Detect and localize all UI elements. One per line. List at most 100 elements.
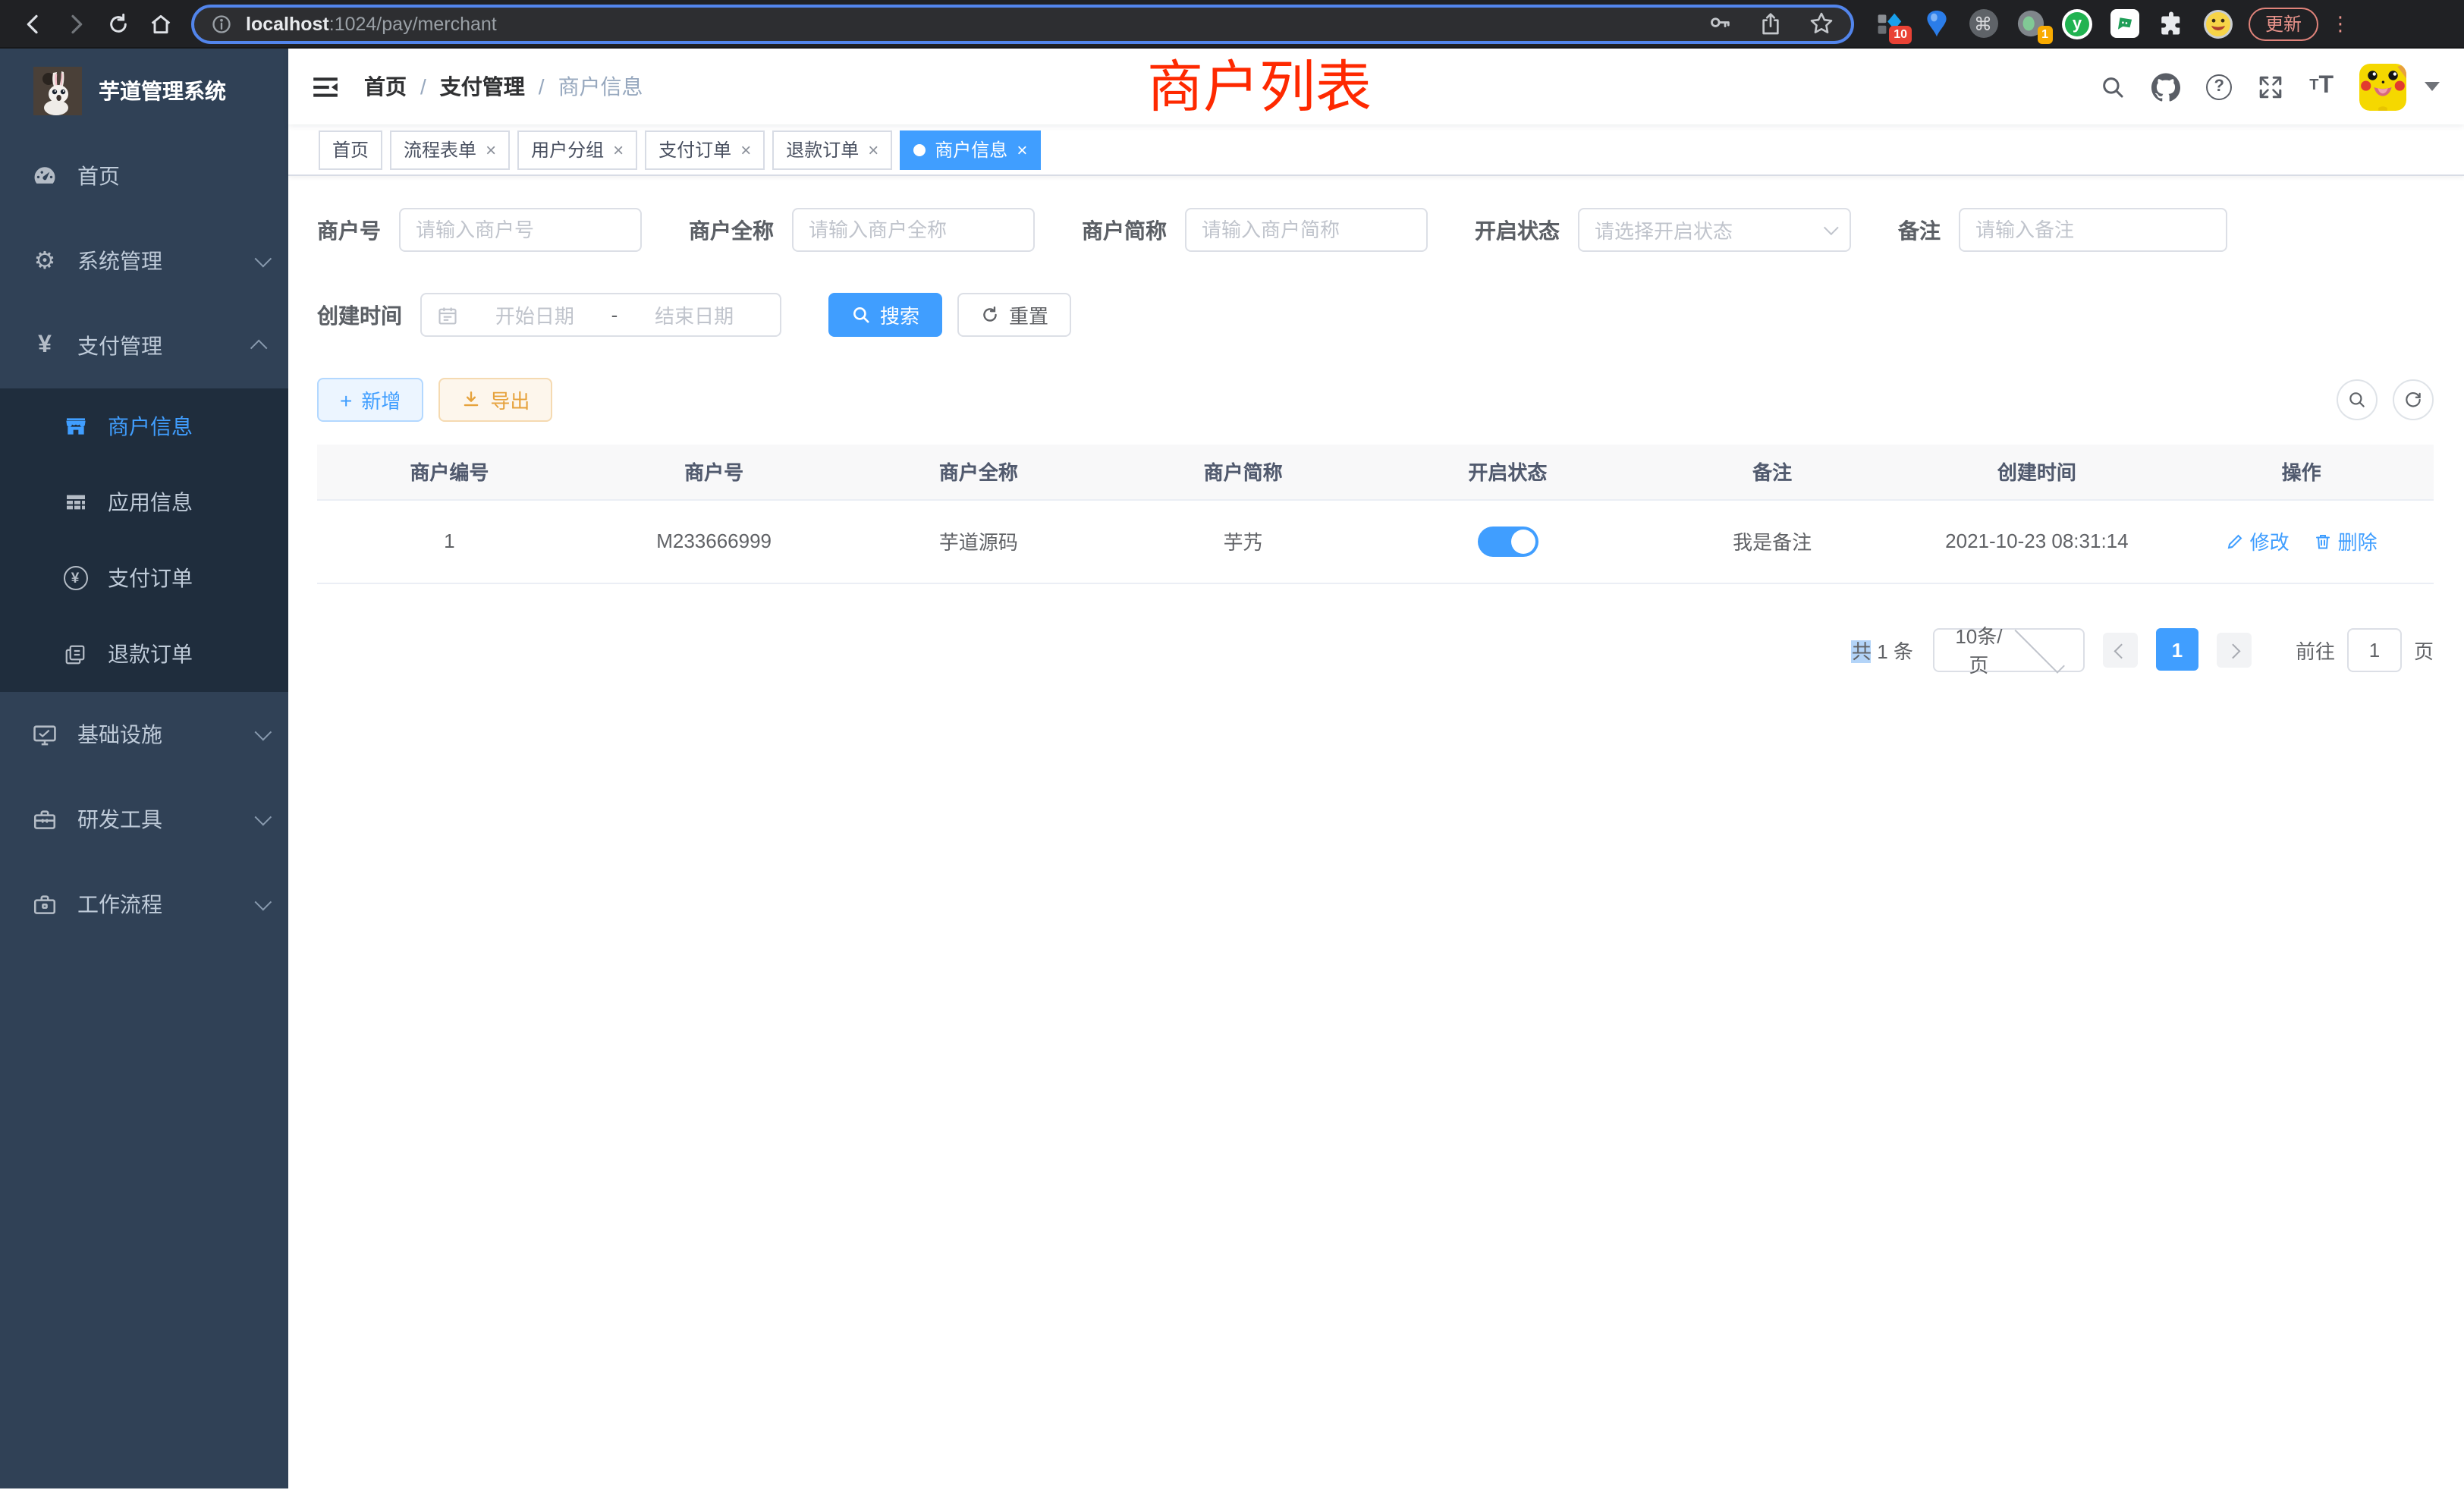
share-icon[interactable] (1758, 11, 1783, 36)
close-icon[interactable]: × (613, 140, 624, 159)
sidebar-item-merchant-info[interactable]: 商户信息 (0, 388, 288, 464)
current-page-button[interactable]: 1 (2156, 628, 2198, 671)
extension-tiles-icon[interactable]: 10 (1874, 8, 1904, 39)
github-icon[interactable] (2151, 72, 2180, 101)
page-size-select[interactable]: 10条/页 (1933, 627, 2085, 671)
cell-merchant-no: M233666999 (582, 499, 847, 583)
reset-button[interactable]: 重置 (957, 293, 1071, 337)
filter-label-merchant-no: 商户号 (317, 215, 381, 245)
breadcrumb-home[interactable]: 首页 (364, 71, 407, 102)
chevron-down-icon (255, 250, 272, 268)
filter-label-status: 开启状态 (1475, 215, 1560, 245)
back-icon[interactable] (15, 4, 52, 43)
breadcrumb-separator: / (420, 74, 426, 99)
col-header: 备注 (1640, 445, 1905, 499)
search-icon[interactable] (2100, 74, 2126, 99)
sidebar-item-payment[interactable]: ¥ 支付管理 (0, 303, 288, 388)
sidebar-logo[interactable]: 芋道管理系统 (0, 49, 288, 134)
sidebar-item-label: 支付管理 (77, 331, 162, 361)
short-name-input[interactable] (1202, 218, 1411, 241)
tab-merchant-info[interactable]: 商户信息× (900, 130, 1041, 169)
sidebar-item-label: 首页 (77, 161, 120, 191)
sidebar-item-app-info[interactable]: 应用信息 (0, 464, 288, 540)
prev-page-button[interactable] (2103, 632, 2138, 667)
merchant-no-input[interactable] (416, 218, 625, 241)
col-header: 商户号 (582, 445, 847, 499)
extension-badge: 1 (2037, 25, 2053, 43)
edit-link[interactable]: 修改 (2226, 527, 2290, 555)
sidebar-item-infrastructure[interactable]: 基础设施 (0, 692, 288, 777)
breadcrumb: 首页 / 支付管理 / 商户信息 (364, 71, 643, 102)
address-bar[interactable]: localhost:1024/pay/merchant (191, 4, 1854, 43)
status-toggle[interactable] (1477, 526, 1538, 556)
search-button[interactable]: 搜索 (828, 293, 942, 337)
goto-page-input[interactable] (2347, 627, 2402, 671)
next-page-button[interactable] (2217, 632, 2252, 667)
trash-icon (2314, 532, 2332, 550)
show-search-toggle-button[interactable] (2337, 379, 2378, 420)
extension-y-icon[interactable]: y (2062, 8, 2092, 39)
update-label: 更新 (2265, 11, 2302, 36)
sidebar-item-pay-order[interactable]: ¥ 支付订单 (0, 540, 288, 616)
status-select[interactable]: 请选择开启状态 (1578, 208, 1851, 252)
end-date-placeholder: 结束日期 (624, 300, 765, 329)
tab-home[interactable]: 首页 (319, 130, 382, 169)
extension-command-icon[interactable]: ⌘ (1968, 8, 1998, 39)
full-name-input[interactable] (809, 218, 1018, 241)
tab-process-form[interactable]: 流程表单× (390, 130, 510, 169)
sidebar-fold-icon[interactable] (311, 72, 340, 101)
profile-smiley-avatar[interactable] (2203, 8, 2233, 39)
tab-pay-order[interactable]: 支付订单× (645, 130, 765, 169)
cell-remark: 我是备注 (1640, 499, 1905, 583)
browser-update-button[interactable]: 更新 (2249, 7, 2318, 40)
extensions-row: 10 ⌘ 1 y (1874, 8, 2233, 39)
command-glyph: ⌘ (1969, 9, 1997, 38)
home-icon[interactable] (143, 4, 179, 43)
extension-chat-icon[interactable] (2109, 8, 2139, 39)
breadcrumb-payment[interactable]: 支付管理 (440, 71, 525, 102)
close-icon[interactable]: × (868, 140, 878, 159)
export-button[interactable]: 导出 (438, 378, 552, 422)
extension-puzzle-icon[interactable] (2156, 8, 2186, 39)
refresh-table-button[interactable] (2393, 379, 2434, 420)
tab-user-group[interactable]: 用户分组× (517, 130, 637, 169)
reload-icon[interactable] (100, 4, 137, 43)
close-icon[interactable]: × (486, 140, 496, 159)
extension-recorder-icon[interactable]: 1 (2015, 8, 2045, 39)
bookmark-star-icon[interactable] (1809, 11, 1834, 36)
help-icon[interactable]: ? (2206, 74, 2232, 99)
close-icon[interactable]: × (740, 140, 751, 159)
goto-suffix: 页 (2414, 635, 2434, 664)
sidebar-item-label: 研发工具 (77, 804, 162, 835)
add-button[interactable]: +新增 (317, 378, 423, 422)
sidebar-item-dev-tools[interactable]: 研发工具 (0, 777, 288, 862)
create-time-range-picker[interactable]: 开始日期 - 结束日期 (420, 293, 781, 337)
sidebar-item-label: 系统管理 (77, 246, 162, 276)
sidebar-item-home[interactable]: 首页 (0, 134, 288, 218)
active-tab-dot (913, 143, 926, 156)
delete-link[interactable]: 删除 (2314, 527, 2378, 555)
sidebar-item-workflow[interactable]: 工作流程 (0, 862, 288, 947)
fullscreen-icon[interactable] (2258, 74, 2283, 99)
browser-menu-icon[interactable]: ⋮ (2330, 11, 2350, 36)
remark-input[interactable] (1975, 218, 2211, 241)
browser-toolbar: localhost:1024/pay/merchant 10 (0, 0, 2464, 49)
user-avatar[interactable] (2359, 63, 2406, 110)
briefcase-icon (32, 891, 58, 917)
extension-pin-icon[interactable] (1921, 8, 1951, 39)
sidebar-item-refund-order[interactable]: 退款订单 (0, 616, 288, 692)
sidebar-item-system[interactable]: ⚙ 系统管理 (0, 218, 288, 303)
table-row: 1 M233666999 芋道源码 芋艿 我是备注 2021-10-23 08:… (317, 499, 2434, 583)
site-info-icon[interactable] (211, 13, 232, 34)
font-size-icon[interactable]: TT (2309, 74, 2334, 99)
key-icon[interactable] (1707, 11, 1733, 36)
col-header: 商户全称 (847, 445, 1111, 499)
goto-label: 前往 (2296, 635, 2335, 664)
tab-refund-order[interactable]: 退款订单× (772, 130, 892, 169)
caret-down-icon[interactable] (2425, 82, 2440, 91)
filter-label-remark: 备注 (1898, 215, 1941, 245)
forward-icon[interactable] (58, 4, 94, 43)
close-icon[interactable]: × (1017, 140, 1027, 159)
breadcrumb-current: 商户信息 (558, 71, 643, 102)
download-icon (461, 390, 481, 410)
